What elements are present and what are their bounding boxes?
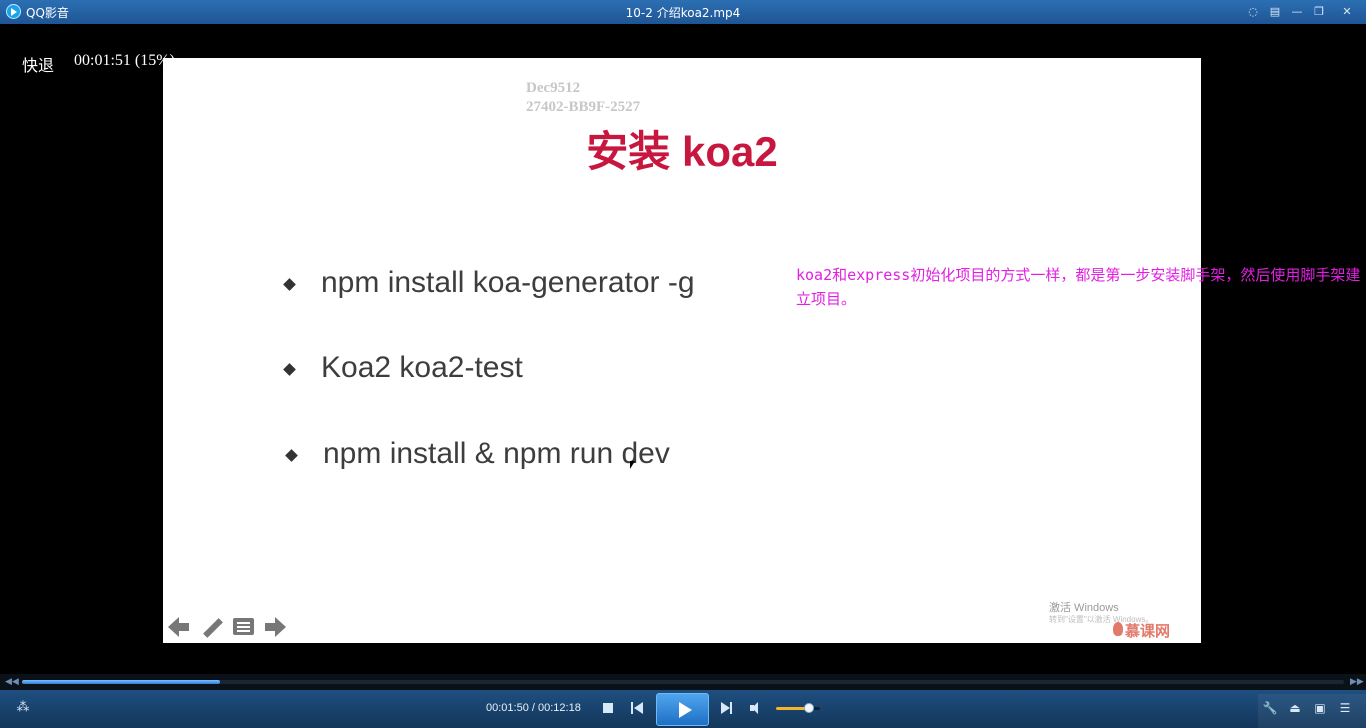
close-icon[interactable]: ✕ bbox=[1339, 4, 1355, 20]
progress-track[interactable] bbox=[22, 680, 1344, 684]
chat-icon[interactable]: ◌ bbox=[1245, 4, 1261, 20]
bullet-text: npm install & npm run dev bbox=[323, 437, 670, 470]
volume-slider[interactable] bbox=[776, 703, 820, 713]
slide-notes-icon bbox=[233, 616, 257, 638]
control-bar: ⁂ 00:01:50 / 00:12:18 🔧 ⏏ ▣ ☰ bbox=[0, 690, 1366, 728]
volume-knob[interactable] bbox=[804, 703, 814, 713]
slide-title: 安装 koa2 bbox=[586, 128, 778, 175]
title-bar: QQ影音 10-2 介绍koa2.mp4 ◌ ▤ — ❐ ✕ bbox=[0, 0, 1366, 24]
previous-button[interactable] bbox=[631, 702, 643, 714]
bullet-text: npm install koa-generator -g bbox=[321, 266, 695, 299]
flame-logo-icon bbox=[1113, 622, 1123, 636]
volume-icon[interactable] bbox=[750, 702, 764, 714]
bullet-text: Koa2 koa2-test bbox=[321, 351, 523, 384]
slide-pen-icon bbox=[200, 616, 224, 638]
playlist-icon[interactable]: ☰ bbox=[1337, 700, 1353, 716]
window-title: 10-2 介绍koa2.mp4 bbox=[625, 6, 741, 20]
progress-fill bbox=[22, 680, 221, 684]
footprint-icon[interactable]: ⁂ bbox=[16, 700, 30, 715]
activate-windows-text: 激活 Windows bbox=[1049, 602, 1119, 614]
seek-back-icon[interactable]: ◀◀ bbox=[5, 677, 19, 687]
subtitle-text: koa2和express初始化项目的方式一样，都是第一步安装脚手架，然后使用脚手… bbox=[796, 266, 1361, 308]
eject-icon[interactable]: ⏏ bbox=[1287, 700, 1303, 716]
slide-next-arrow-icon bbox=[265, 616, 289, 638]
tools-icon[interactable]: 🔧 bbox=[1262, 700, 1278, 716]
osd-seek-label: 快退 bbox=[22, 56, 55, 75]
next-button[interactable] bbox=[721, 702, 733, 714]
minimize-icon[interactable]: — bbox=[1289, 4, 1305, 20]
seek-forward-icon[interactable]: ▶▶ bbox=[1350, 677, 1364, 687]
menu-icon[interactable]: ▤ bbox=[1267, 4, 1283, 20]
slide-prev-arrow-icon bbox=[168, 616, 192, 638]
stop-button[interactable] bbox=[603, 703, 613, 713]
watermark-line-1: Dec9512 bbox=[526, 80, 581, 96]
osd-time: 00:01:51 (15%) bbox=[74, 52, 175, 69]
brand-logo: 慕课网 bbox=[1125, 622, 1171, 640]
restore-icon[interactable]: ❐ bbox=[1311, 4, 1327, 20]
mouse-cursor-icon bbox=[630, 461, 635, 469]
screen-icon[interactable]: ▣ bbox=[1312, 700, 1328, 716]
watermark-line-2: 27402-BB9F-2527 bbox=[526, 99, 641, 115]
bullet-diamond-icon bbox=[283, 278, 296, 291]
time-readout: 00:01:50 / 00:12:18 bbox=[486, 702, 581, 714]
video-frame-slide: Dec9512 27402-BB9F-2527 安装 koa2 npm inst… bbox=[163, 58, 1201, 643]
play-button[interactable] bbox=[656, 693, 709, 726]
progress-bar: ◀◀ ▶▶ bbox=[0, 674, 1366, 690]
bullet-diamond-icon bbox=[283, 363, 296, 376]
bullet-diamond-icon bbox=[285, 449, 298, 462]
